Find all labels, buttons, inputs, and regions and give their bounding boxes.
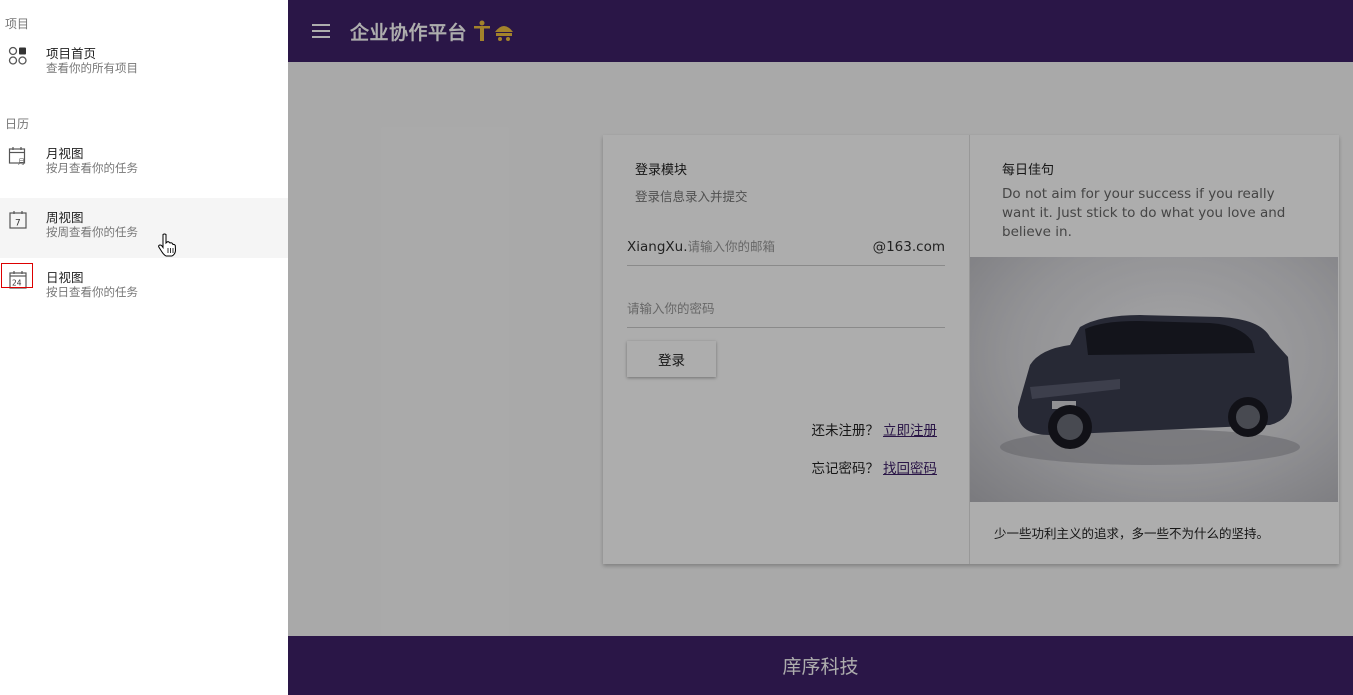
section-header-projects: 项目 [5,17,30,31]
nav-desc: 按日查看你的任务 [46,285,138,299]
week-view-icon: 7 [8,210,28,230]
focus-outline [1,263,33,288]
projects-icon [8,46,28,66]
nav-item-day-view[interactable]: 24 日视图 按日查看你的任务 [0,258,288,318]
nav-item-month-view[interactable]: 月 月视图 按月查看你的任务 [0,134,288,194]
nav-item-week-view[interactable]: 7 周视图 按周查看你的任务 [0,198,288,258]
section-header-calendar: 日历 [5,117,30,131]
nav-desc: 按月查看你的任务 [46,161,138,175]
nav-desc: 按周查看你的任务 [46,225,138,239]
svg-text:7: 7 [15,219,21,229]
svg-text:月: 月 [18,158,25,166]
nav-desc: 查看你的所有项目 [46,61,138,75]
month-view-icon: 月 [8,146,28,166]
side-drawer: 项目 项目首页 查看你的所有项目 日历 月 月视图 按月查看你的任务 7 周视图… [0,0,288,695]
nav-item-projects-home[interactable]: 项目首页 查看你的所有项目 [0,34,288,94]
hand-pointer-cursor-icon [158,233,177,257]
